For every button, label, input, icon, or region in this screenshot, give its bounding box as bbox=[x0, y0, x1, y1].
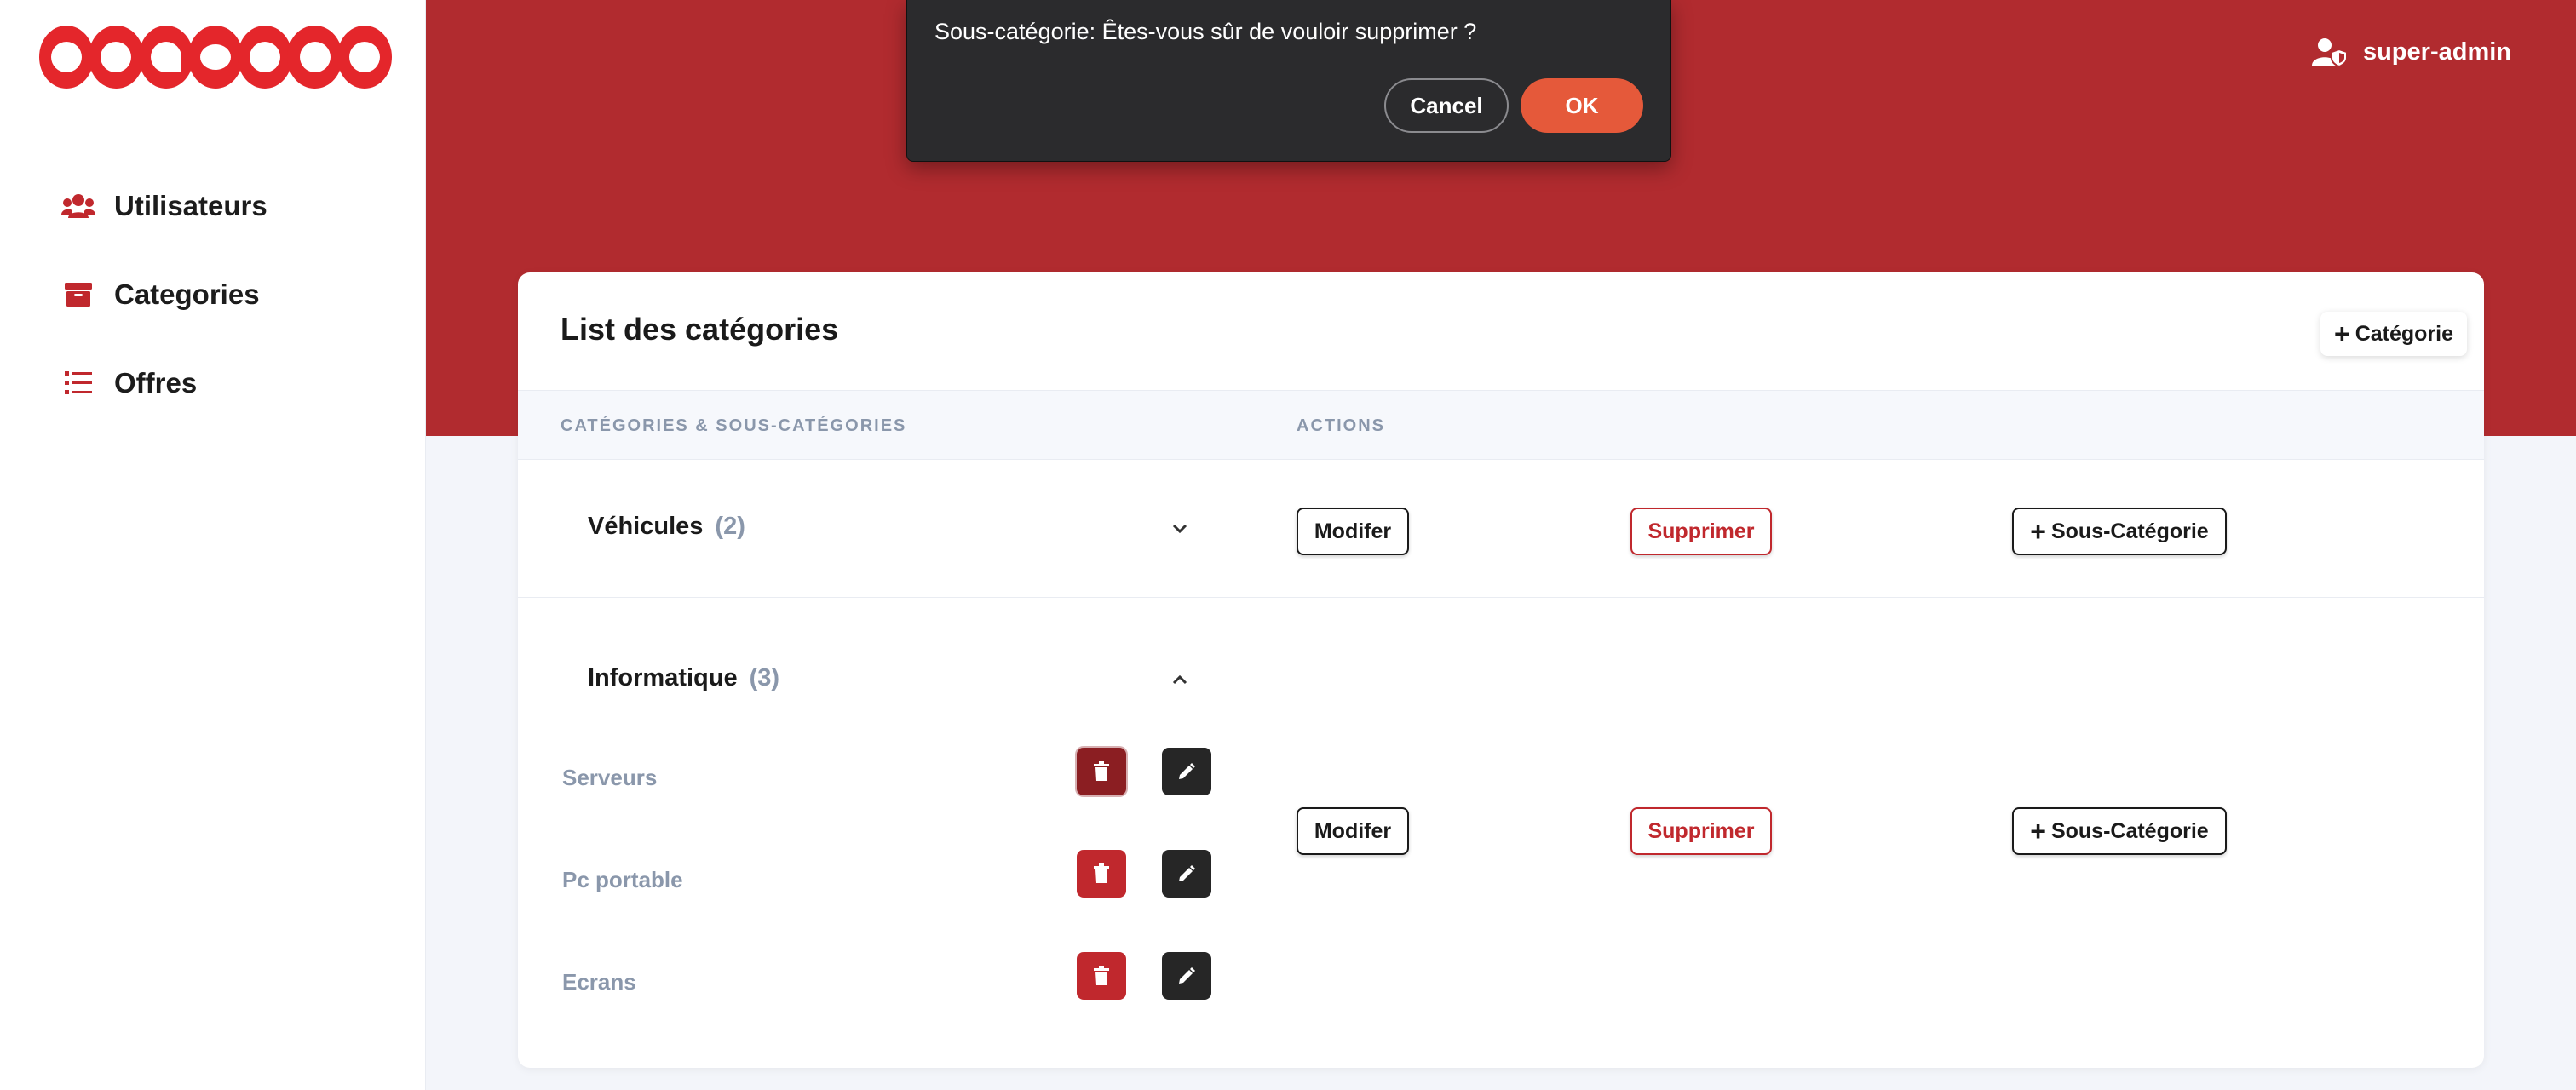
add-subcategory-label: Sous-Catégorie bbox=[2050, 818, 2209, 843]
logo-letter-o bbox=[89, 26, 144, 89]
pencil-icon bbox=[1179, 865, 1195, 881]
logo-letter-o bbox=[39, 26, 95, 89]
ok-button[interactable]: OK bbox=[1521, 78, 1643, 133]
delete-category-button[interactable]: Supprimer bbox=[1630, 508, 1772, 555]
ooredoo-logo[interactable] bbox=[39, 24, 392, 90]
pencil-icon bbox=[1179, 967, 1195, 984]
delete-subcategory-button[interactable] bbox=[1077, 850, 1126, 898]
category-toggle-informatique[interactable]: Informatique (3) bbox=[588, 664, 779, 692]
dialog-message: Sous-catégorie: Êtes-vous sûr de vouloir… bbox=[934, 19, 1477, 44]
delete-subcategory-button[interactable] bbox=[1077, 748, 1126, 795]
column-header-actions: ACTIONS bbox=[1297, 416, 1385, 435]
archive-box-icon bbox=[61, 278, 95, 312]
category-name: Véhicules bbox=[588, 513, 704, 540]
trash-icon bbox=[1094, 863, 1109, 883]
edit-subcategory-button[interactable] bbox=[1162, 850, 1211, 898]
edit-subcategory-button[interactable] bbox=[1162, 952, 1211, 1000]
trash-icon bbox=[1094, 966, 1109, 985]
logo-letter-e bbox=[187, 26, 244, 89]
logo-letter-r bbox=[138, 26, 193, 89]
sidebar: Utilisateurs Categories Offres bbox=[0, 0, 426, 1090]
sidebar-item-offres[interactable]: Offres bbox=[0, 339, 426, 427]
list-icon bbox=[61, 366, 95, 400]
sidebar-item-label: Utilisateurs bbox=[114, 190, 267, 221]
edit-category-button[interactable]: Modifer bbox=[1297, 807, 1409, 855]
add-subcategory-label: Sous-Catégorie bbox=[2050, 519, 2209, 543]
categories-card: List des catégories + Catégorie CATÉGORI… bbox=[518, 272, 2484, 1068]
add-subcategory-button[interactable]: + Sous-Catégorie bbox=[2012, 508, 2227, 555]
sidebar-item-label: Offres bbox=[114, 367, 198, 399]
sidebar-nav: Utilisateurs Categories Offres bbox=[0, 162, 426, 427]
category-name: Informatique bbox=[588, 664, 738, 691]
delete-subcategory-button[interactable] bbox=[1077, 952, 1126, 1000]
chevron-down-icon[interactable] bbox=[1167, 516, 1193, 542]
trash-icon bbox=[1094, 761, 1109, 781]
category-count: (3) bbox=[749, 664, 780, 691]
plus-icon: + bbox=[2334, 318, 2350, 349]
page-title: List des catégories bbox=[561, 312, 839, 347]
cancel-button[interactable]: Cancel bbox=[1384, 78, 1509, 133]
logo-letter-o bbox=[336, 26, 392, 89]
chevron-up-icon[interactable] bbox=[1167, 667, 1193, 692]
subcategory-name: Pc portable bbox=[562, 867, 683, 892]
users-icon bbox=[61, 189, 95, 223]
plus-icon: + bbox=[2030, 816, 2046, 846]
column-header-categories: CATÉGORIES & SOUS-CATÉGORIES bbox=[561, 416, 907, 435]
sidebar-item-label: Categories bbox=[114, 278, 260, 310]
delete-category-button[interactable]: Supprimer bbox=[1630, 807, 1772, 855]
subcategory-name: Serveurs bbox=[562, 765, 658, 790]
table-row: Véhicules (2) Modifer Supprimer + Sous-Ca… bbox=[518, 460, 2484, 598]
user-shield-icon bbox=[2311, 37, 2348, 66]
add-category-label: Catégorie bbox=[2355, 321, 2453, 346]
logo-letter-o bbox=[287, 26, 342, 89]
logo-letter-d bbox=[238, 26, 293, 89]
confirm-dialog: Sous-catégorie: Êtes-vous sûr de vouloir… bbox=[906, 0, 1671, 162]
edit-subcategory-button[interactable] bbox=[1162, 748, 1211, 795]
sidebar-item-utilisateurs[interactable]: Utilisateurs bbox=[0, 162, 426, 250]
category-toggle-vehicules[interactable]: Véhicules (2) bbox=[588, 513, 745, 541]
user-menu[interactable]: super-admin bbox=[2311, 37, 2511, 66]
category-count: (2) bbox=[715, 513, 745, 540]
edit-category-button[interactable]: Modifer bbox=[1297, 508, 1409, 555]
table-header: CATÉGORIES & SOUS-CATÉGORIES ACTIONS bbox=[518, 390, 2484, 460]
user-name: super-admin bbox=[2362, 37, 2511, 66]
plus-icon: + bbox=[2030, 516, 2046, 547]
add-subcategory-button[interactable]: + Sous-Catégorie bbox=[2012, 807, 2227, 855]
pencil-icon bbox=[1179, 763, 1195, 779]
subcategory-name: Ecrans bbox=[562, 969, 636, 995]
sidebar-item-categories[interactable]: Categories bbox=[0, 250, 426, 339]
add-category-button[interactable]: + Catégorie bbox=[2320, 312, 2467, 356]
